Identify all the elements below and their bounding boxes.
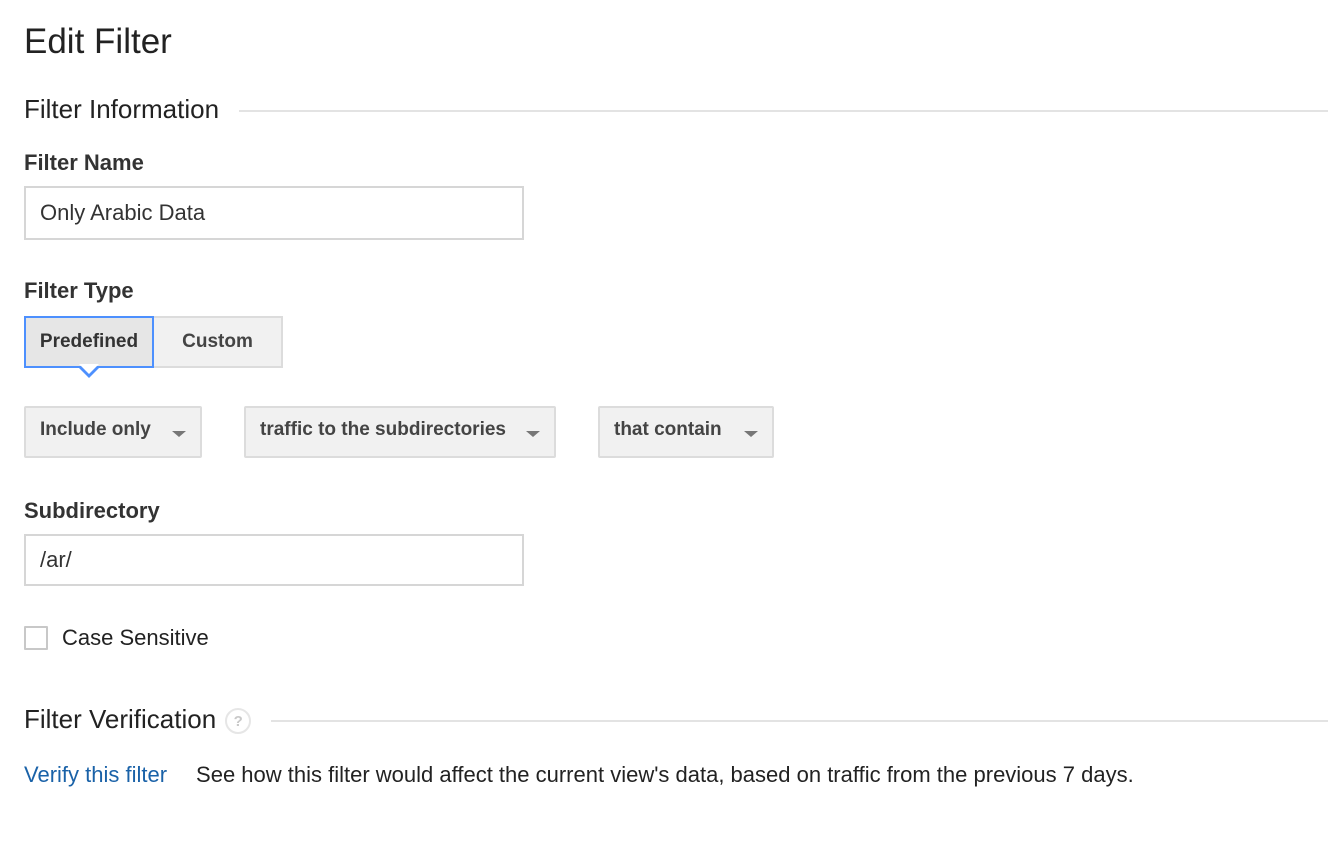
case-sensitive-label: Case Sensitive [62,625,209,650]
match-expression-dropdown[interactable]: that contain [598,406,774,458]
chevron-down-icon [744,431,758,437]
include-exclude-dropdown[interactable]: Include only [24,406,202,458]
section-divider [271,720,1328,722]
filter-type-label: Filter Type [24,278,134,303]
filter-name-label: Filter Name [24,150,144,175]
filter-type-custom-button[interactable]: Custom [154,316,283,368]
filter-name-input[interactable] [24,186,524,240]
selected-pointer-icon [77,364,101,378]
include-exclude-value: Include only [40,419,151,440]
section-title-filter-information: Filter Information [24,94,220,124]
edit-filter-page: Edit Filter Filter Information Filter Na… [0,0,1328,842]
verify-description: See how this filter would affect the cur… [196,762,1134,787]
filter-verification-header: Filter Verification ? [24,703,1328,735]
source-type-dropdown[interactable]: traffic to the subdirectories [244,406,556,458]
custom-label: Custom [182,331,253,352]
source-type-value: traffic to the subdirectories [260,419,506,440]
section-title-filter-verification: Filter Verification [24,704,217,734]
help-circle-icon[interactable]: ? [225,708,252,734]
case-sensitive-checkbox[interactable] [24,626,48,650]
verify-row: Verify this filter See how this filter w… [24,761,1134,789]
chevron-down-icon [172,431,186,437]
filter-type-toggle: Predefined Custom [24,316,283,378]
section-divider [239,110,1328,112]
page-title: Edit Filter [24,22,172,61]
case-sensitive-option[interactable]: Case Sensitive [24,625,209,651]
subdirectory-input[interactable] [24,534,524,586]
subdirectory-label: Subdirectory [24,498,160,523]
chevron-down-icon [526,431,540,437]
filter-information-header: Filter Information [24,93,1328,125]
predefined-label: Predefined [39,331,139,352]
match-expression-value: that contain [614,419,722,440]
verify-this-filter-link[interactable]: Verify this filter [24,761,167,789]
filter-type-predefined-button[interactable]: Predefined [24,316,154,378]
